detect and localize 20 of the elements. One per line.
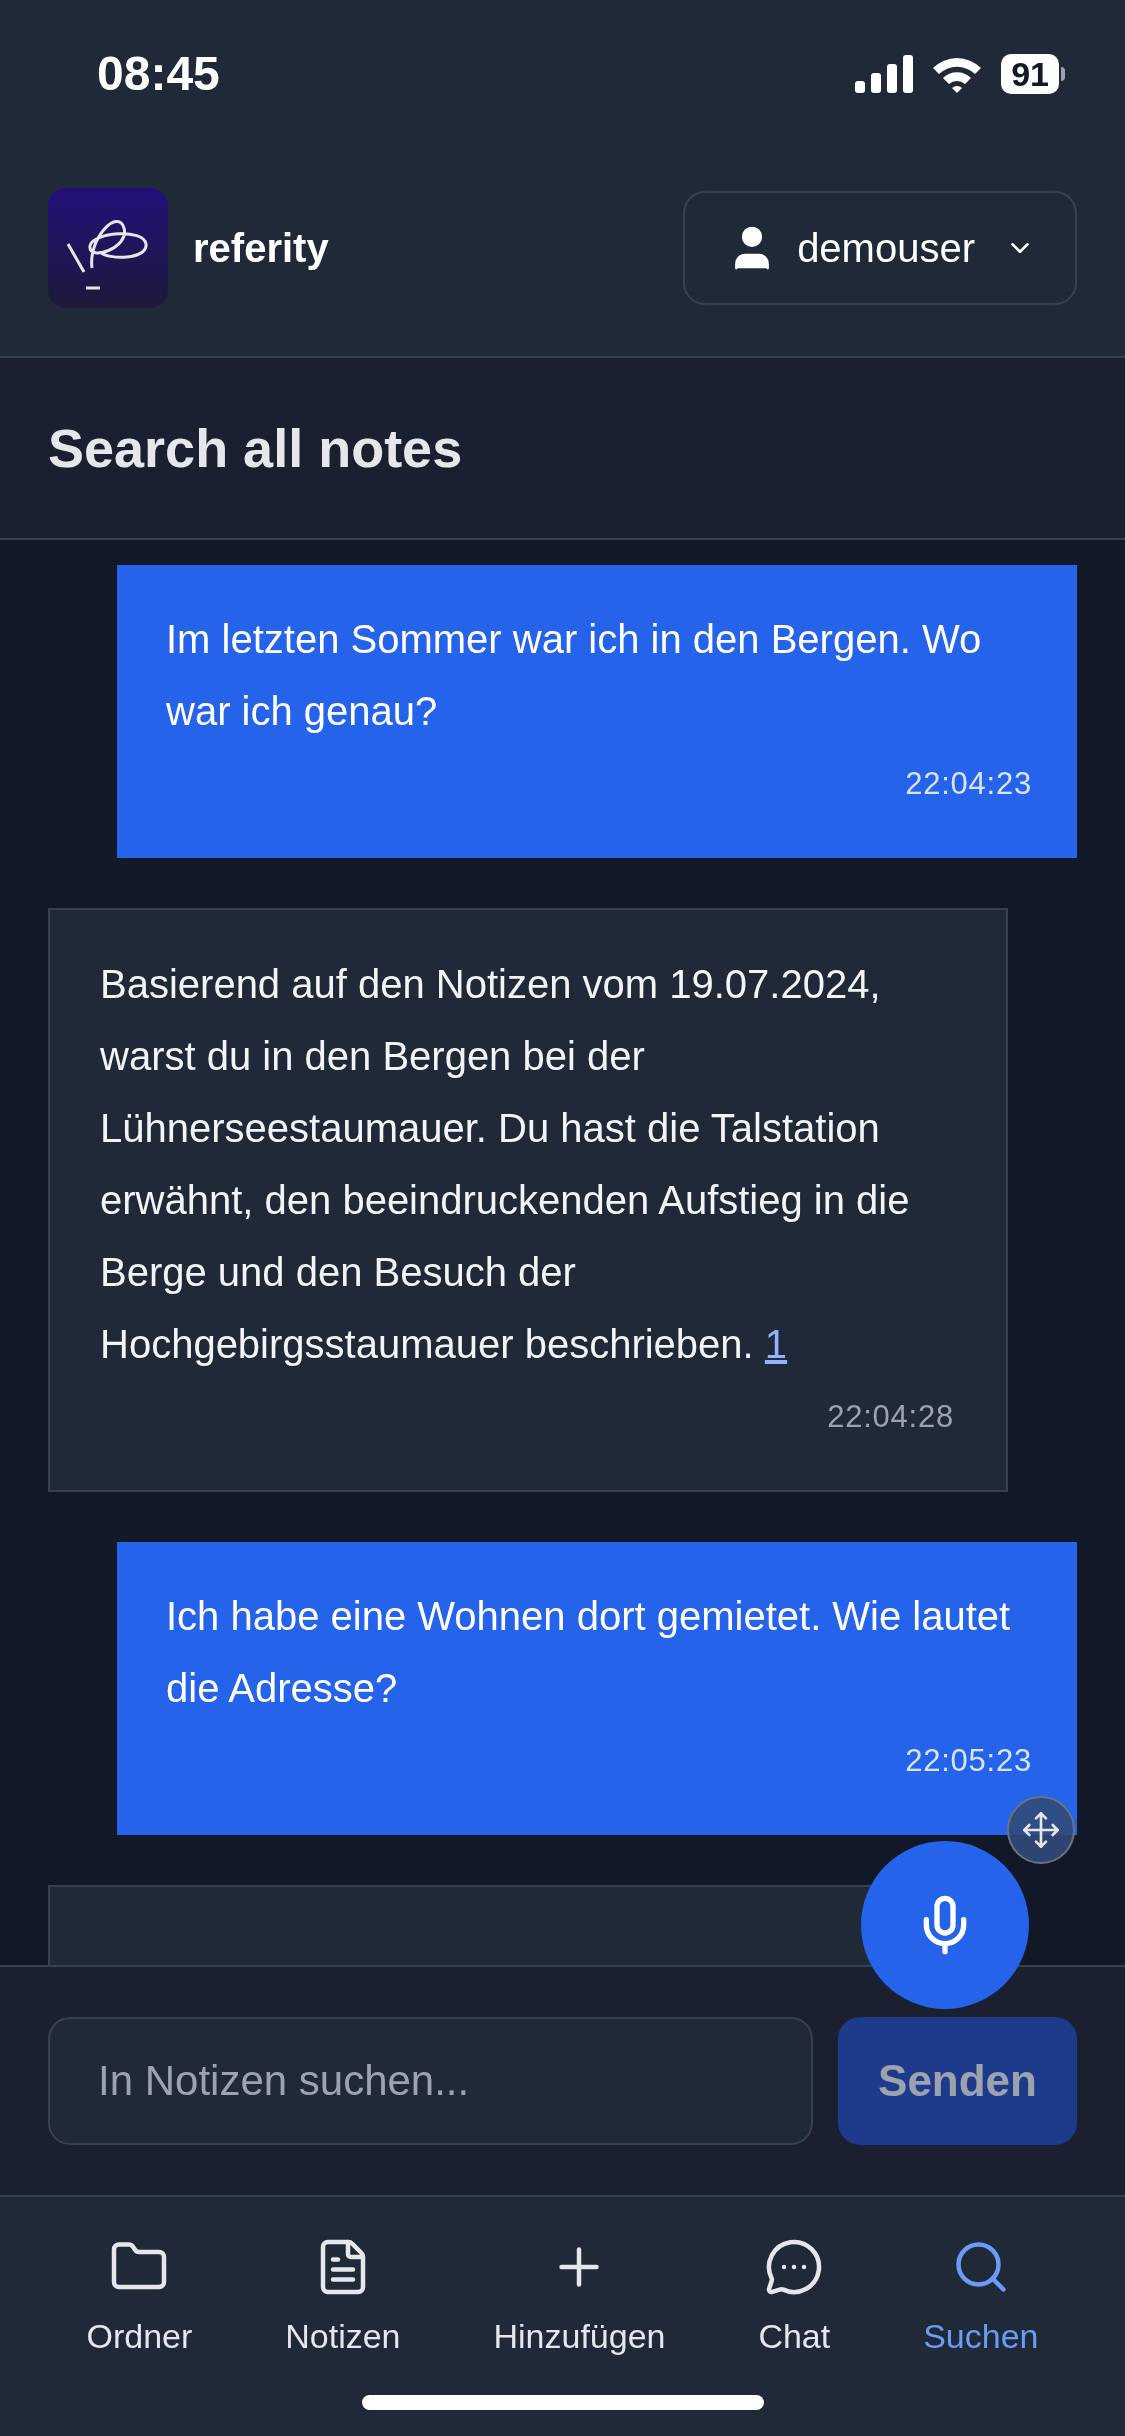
nav-tab[interactable]: Notizen xyxy=(285,2237,401,2362)
app-name: referity xyxy=(193,225,329,272)
message-text: Basierend auf den Notizen vom 19.07.2024, warst du in den Bergen bei der Lühnerseestaumauer. Du hast die Talstation erwähnt, den beeindruckenden Aufstieg in die Berge und den Besuch der Hochgebirgsstaumauer beschrieben. 1 xyxy=(100,960,911,1368)
nav-tab[interactable]: Suchen xyxy=(923,2237,1039,2362)
citation-link[interactable]: 1 xyxy=(764,1321,788,1366)
status-time: 08:45 xyxy=(97,46,220,102)
nav-tab[interactable]: Chat xyxy=(758,2237,831,2362)
message-text: Ich habe eine Wohnen dort gemietet. Wie lautet die Adresse? xyxy=(166,1593,1012,1712)
message-text: Im letzten Sommer war ich in den Bergen. Wo war ich genau? xyxy=(166,616,983,735)
user-menu-button[interactable]: demouser xyxy=(683,191,1077,305)
message-time: 22:04:23 xyxy=(905,765,1032,803)
nav-tab[interactable]: Hinzufügen xyxy=(493,2237,666,2362)
search-field[interactable]: In Notizen suchen... xyxy=(48,2017,813,2145)
wifi-icon xyxy=(931,55,984,93)
nav-tab[interactable]: Ordner xyxy=(86,2237,193,2362)
message-time: 22:04:28 xyxy=(827,1397,954,1436)
move-icon xyxy=(1021,1810,1061,1850)
signal-icon xyxy=(855,55,914,93)
message-time: 22:05:23 xyxy=(905,1742,1032,1780)
page-title: Search all notes xyxy=(48,416,463,480)
